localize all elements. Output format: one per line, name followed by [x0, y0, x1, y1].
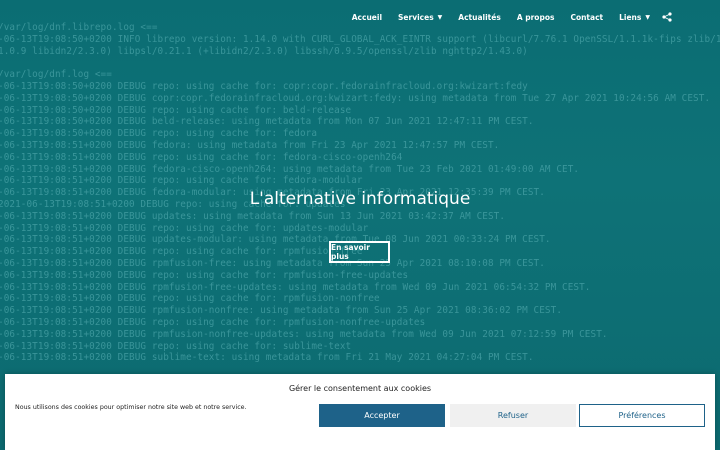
- nav-item-contact[interactable]: Contact: [570, 13, 603, 22]
- accept-button[interactable]: Accepter: [319, 404, 445, 427]
- terminal-line: -06-13T19:08:51+0200 DEBUG repo: using c…: [0, 293, 380, 305]
- terminal-line: -06-13T19:08:51+0200 DEBUG repo: using c…: [0, 340, 352, 352]
- share-icon[interactable]: [662, 12, 672, 22]
- terminal-line: -06-13T19:08:51+0200 DEBUG repo: using c…: [0, 222, 369, 234]
- cookie-consent-banner: Gérer le consentement aux cookies Nous u…: [5, 374, 715, 450]
- preferences-button[interactable]: Préférences: [579, 404, 705, 427]
- nav-item-label: Accueil: [351, 12, 383, 22]
- terminal-line: -06-13T19:08:50+0200 DEBUG repo: using c…: [0, 104, 352, 116]
- refuse-button[interactable]: Refuser: [450, 404, 576, 427]
- terminal-line: -06-13T19:08:50+0200 INFO librepo versio…: [0, 33, 720, 45]
- terminal-line: -06-13T19:08:51+0200 DEBUG fedora: using…: [0, 139, 500, 151]
- terminal-line: /var/log/dnf.log <==: [0, 69, 112, 81]
- cookie-title: Gérer le consentement aux cookies: [288, 384, 432, 393]
- nav-item-label: Services: [398, 12, 434, 22]
- nav-item-a-propos[interactable]: A propos: [517, 13, 555, 22]
- learn-more-button[interactable]: En savoir plus: [329, 241, 390, 263]
- terminal-line: -06-13T19:08:51+0200 DEBUG repo: using c…: [0, 316, 426, 328]
- terminal-line: -06-13T19:08:51+0200 DEBUG rpmfusion-non…: [0, 305, 563, 317]
- terminal-line: -06-13T19:08:51+0200 DEBUG repo: using c…: [0, 151, 403, 163]
- nav-item-label: Contact: [570, 12, 604, 22]
- terminal-line: -06-13T19:08:51+0200 DEBUG updates: usin…: [0, 210, 506, 222]
- nav-item-label: A propos: [516, 12, 555, 22]
- main-navigation: Accueil Services ▼ Actualités A propos C…: [0, 0, 720, 34]
- terminal-line: -06-13T19:08:50+0200 DEBUG copr:copr.fed…: [0, 92, 711, 104]
- terminal-line: -06-13T19:08:51+0200 DEBUG repo: using c…: [0, 175, 363, 187]
- cookie-message: Nous utilisons des cookies pour optimise…: [15, 404, 247, 411]
- chevron-down-icon: ▼: [437, 13, 443, 21]
- nav-item-services[interactable]: Services ▼: [398, 13, 442, 22]
- nav-item-actualites[interactable]: Actualités: [458, 13, 501, 22]
- terminal-line: -06-13T19:08:51+0200 DEBUG repo: using c…: [0, 269, 409, 281]
- terminal-line: -06-13T19:08:51+0200 DEBUG rpmfusion-fre…: [0, 281, 591, 293]
- terminal-line: -06-13T19:08:50+0200 DEBUG repo: using c…: [0, 128, 318, 140]
- terminal-line: -06-13T19:08:51+0200 DEBUG sublime-text:…: [0, 352, 534, 364]
- terminal-line: 1.0.9 libidn2/2.3.0) libpsl/0.21.1 (+lib…: [0, 45, 528, 57]
- hero-title: L'alternative informatique: [249, 189, 471, 209]
- nav-item-label: Actualités: [458, 12, 501, 22]
- terminal-line: -06-13T19:08:51+0200 DEBUG rpmfusion-non…: [0, 328, 608, 340]
- nav-item-accueil[interactable]: Accueil: [352, 13, 382, 22]
- terminal-line: -06-13T19:08:51+0200 DEBUG fedora-cisco-…: [0, 163, 580, 175]
- chevron-down-icon: ▼: [645, 13, 650, 21]
- nav-item-label: Liens: [619, 12, 642, 22]
- terminal-line: -06-13T19:08:50+0200 DEBUG beld-release:…: [0, 116, 534, 128]
- share-icon-graphic: [662, 12, 672, 22]
- nav-item-liens[interactable]: Liens ▼: [619, 13, 650, 22]
- terminal-line: -06-13T19:08:50+0200 DEBUG repo: using c…: [0, 80, 528, 92]
